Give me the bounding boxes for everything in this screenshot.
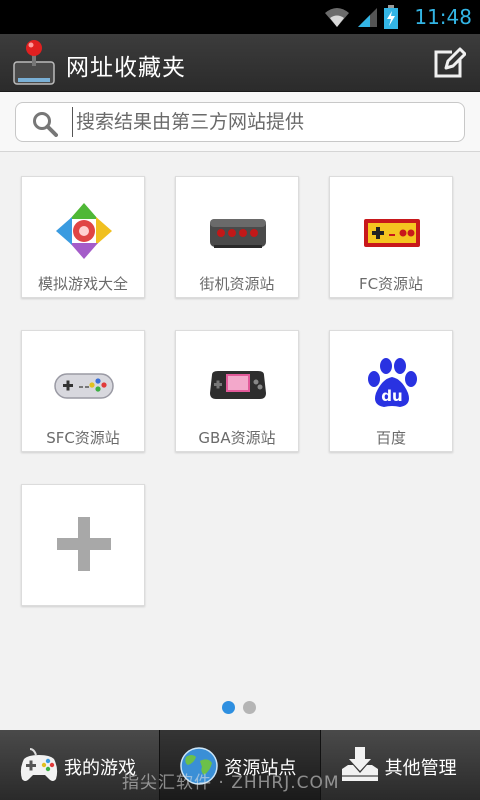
joystick-logo-icon: [13, 40, 55, 85]
emulator-pad-icon: [56, 203, 112, 259]
search-input[interactable]: [72, 107, 452, 137]
tab-label: 其他管理: [384, 758, 457, 779]
signal-icon: [358, 8, 378, 27]
tab-label: 我的游戏: [64, 758, 136, 779]
sfc-controller-icon: [54, 373, 114, 399]
page-dot-1[interactable]: [222, 701, 235, 714]
tile-label: SFC资源站: [46, 429, 120, 447]
tile-fc[interactable]: FC资源站: [329, 176, 453, 298]
status-icons: 11:48: [324, 3, 472, 31]
globe-icon: [180, 747, 219, 785]
baidu-paw-icon: du: [368, 358, 417, 407]
add-site-button[interactable]: [21, 484, 145, 606]
tab-my-games[interactable]: 我的游戏: [0, 730, 161, 800]
page-indicator: [222, 701, 256, 714]
search-icon: [33, 112, 58, 137]
arcade-stick-icon: [210, 219, 266, 248]
tab-other-management[interactable]: 其他管理: [320, 730, 480, 800]
svg-text:du: du: [381, 387, 402, 405]
tile-arcade[interactable]: 街机资源站: [175, 176, 299, 298]
title-bar: 网址收藏夹: [0, 34, 480, 92]
status-bar: 11:48: [0, 0, 480, 34]
search-box[interactable]: [15, 102, 465, 142]
tile-label: GBA资源站: [198, 429, 276, 447]
tab-resource-sites[interactable]: 资源站点: [160, 730, 321, 800]
tile-sfc[interactable]: SFC资源站: [21, 330, 145, 452]
add-icon: [57, 517, 111, 571]
clock: 11:48: [414, 5, 472, 29]
tile-baidu[interactable]: du 百度: [329, 330, 453, 452]
fc-controller-icon: [364, 219, 420, 247]
tile-gba[interactable]: GBA资源站: [175, 330, 299, 452]
page-title: 网址收藏夹: [66, 55, 186, 81]
wifi-icon: [325, 8, 350, 27]
tile-label: FC资源站: [358, 275, 424, 293]
tile-label: 模拟游戏大全: [37, 275, 128, 293]
page-dot-2[interactable]: [243, 701, 256, 714]
tile-label: 街机资源站: [199, 275, 275, 293]
search-area: [0, 92, 480, 152]
edit-icon[interactable]: [432, 46, 466, 80]
gba-handheld-icon: [210, 371, 266, 399]
tab-label: 资源站点: [224, 758, 297, 779]
tile-emulator-games[interactable]: 模拟游戏大全: [21, 176, 145, 298]
battery-charging-icon: [384, 5, 399, 29]
download-manage-icon: [341, 747, 378, 781]
bottom-tab-bar: 我的游戏 资源站点 其他管理: [0, 730, 480, 800]
gamepad-icon: [20, 748, 58, 781]
tile-label: 百度: [375, 429, 406, 447]
